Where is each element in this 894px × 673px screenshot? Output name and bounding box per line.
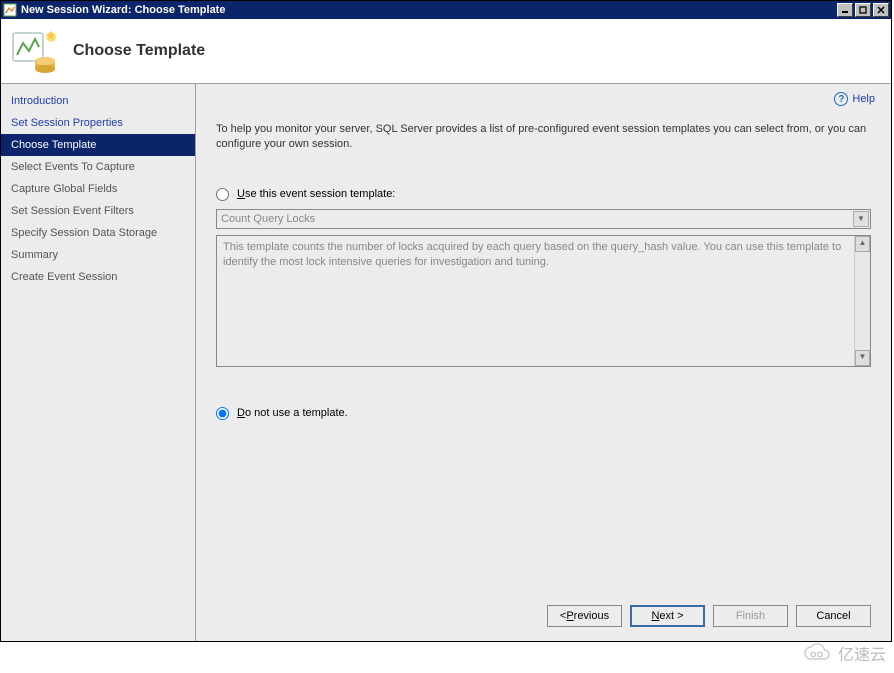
footer-buttons: < Previous Next > Finish Cancel xyxy=(547,605,871,627)
sidebar-item-capture-global-fields: Capture Global Fields xyxy=(1,178,195,200)
sidebar-item-select-events: Select Events To Capture xyxy=(1,156,195,178)
sidebar-item-summary: Summary xyxy=(1,244,195,266)
scrollbar[interactable]: ▲ ▼ xyxy=(854,236,870,366)
help-label: Help xyxy=(852,93,875,105)
sidebar-item-label: Set Session Event Filters xyxy=(11,205,134,217)
option-use-template[interactable]: Use this event session template: xyxy=(216,188,871,201)
intro-text: To help you monitor your server, SQL Ser… xyxy=(216,122,871,152)
template-description: This template counts the number of locks… xyxy=(216,235,871,367)
sidebar-item-create-event-session: Create Event Session xyxy=(1,266,195,288)
sidebar-item-data-storage: Specify Session Data Storage xyxy=(1,222,195,244)
template-select-value: Count Query Locks xyxy=(221,213,315,225)
scroll-up-icon[interactable]: ▲ xyxy=(855,236,870,252)
sidebar-item-label: Specify Session Data Storage xyxy=(11,227,157,239)
window-title: New Session Wizard: Choose Template xyxy=(21,4,835,16)
scroll-down-icon[interactable]: ▼ xyxy=(855,350,870,366)
sidebar-item-label: Summary xyxy=(11,249,58,261)
sidebar-item-set-event-filters: Set Session Event Filters xyxy=(1,200,195,222)
watermark: 亿速云 xyxy=(802,641,886,665)
template-description-text: This template counts the number of locks… xyxy=(223,241,841,268)
sidebar-item-set-session-properties[interactable]: Set Session Properties xyxy=(1,112,195,134)
radio-no-template[interactable] xyxy=(216,407,229,420)
chevron-down-icon[interactable]: ▼ xyxy=(853,211,869,227)
maximize-button[interactable] xyxy=(855,3,871,17)
sidebar-item-label: Create Event Session xyxy=(11,271,117,283)
option-no-template-label: Do not use a template. xyxy=(237,407,348,419)
sidebar-item-introduction[interactable]: Introduction xyxy=(1,90,195,112)
option-no-template[interactable]: Do not use a template. xyxy=(216,407,871,420)
main-pane: ? Help To help you monitor your server, … xyxy=(196,84,891,641)
sidebar-item-label: Capture Global Fields xyxy=(11,183,117,195)
help-link[interactable]: ? Help xyxy=(834,92,875,106)
template-select[interactable]: Count Query Locks ▼ xyxy=(216,209,871,229)
app-icon xyxy=(3,3,17,17)
watermark-text: 亿速云 xyxy=(838,641,886,665)
help-icon: ? xyxy=(834,92,848,106)
minimize-button[interactable] xyxy=(837,3,853,17)
sidebar-item-label: Set Session Properties xyxy=(11,117,123,129)
body: Introduction Set Session Properties Choo… xyxy=(1,84,891,641)
cancel-button[interactable]: Cancel xyxy=(796,605,871,627)
wizard-window: New Session Wizard: Choose Template xyxy=(0,0,892,642)
window-controls xyxy=(835,3,889,17)
wizard-icon xyxy=(11,27,59,75)
close-button[interactable] xyxy=(873,3,889,17)
page-title: Choose Template xyxy=(73,42,205,60)
sidebar-item-label: Choose Template xyxy=(11,139,96,151)
sidebar-item-choose-template[interactable]: Choose Template xyxy=(1,134,195,156)
radio-use-template[interactable] xyxy=(216,188,229,201)
sidebar: Introduction Set Session Properties Choo… xyxy=(1,84,196,641)
sidebar-item-label: Introduction xyxy=(11,95,68,107)
option-use-template-label: Use this event session template: xyxy=(237,188,395,200)
next-button[interactable]: Next > xyxy=(630,605,705,627)
watermark-cloud-icon xyxy=(802,642,832,664)
header: Choose Template xyxy=(1,19,891,84)
previous-button[interactable]: < Previous xyxy=(547,605,622,627)
sidebar-item-label: Select Events To Capture xyxy=(11,161,135,173)
finish-button: Finish xyxy=(713,605,788,627)
titlebar: New Session Wizard: Choose Template xyxy=(1,1,891,19)
